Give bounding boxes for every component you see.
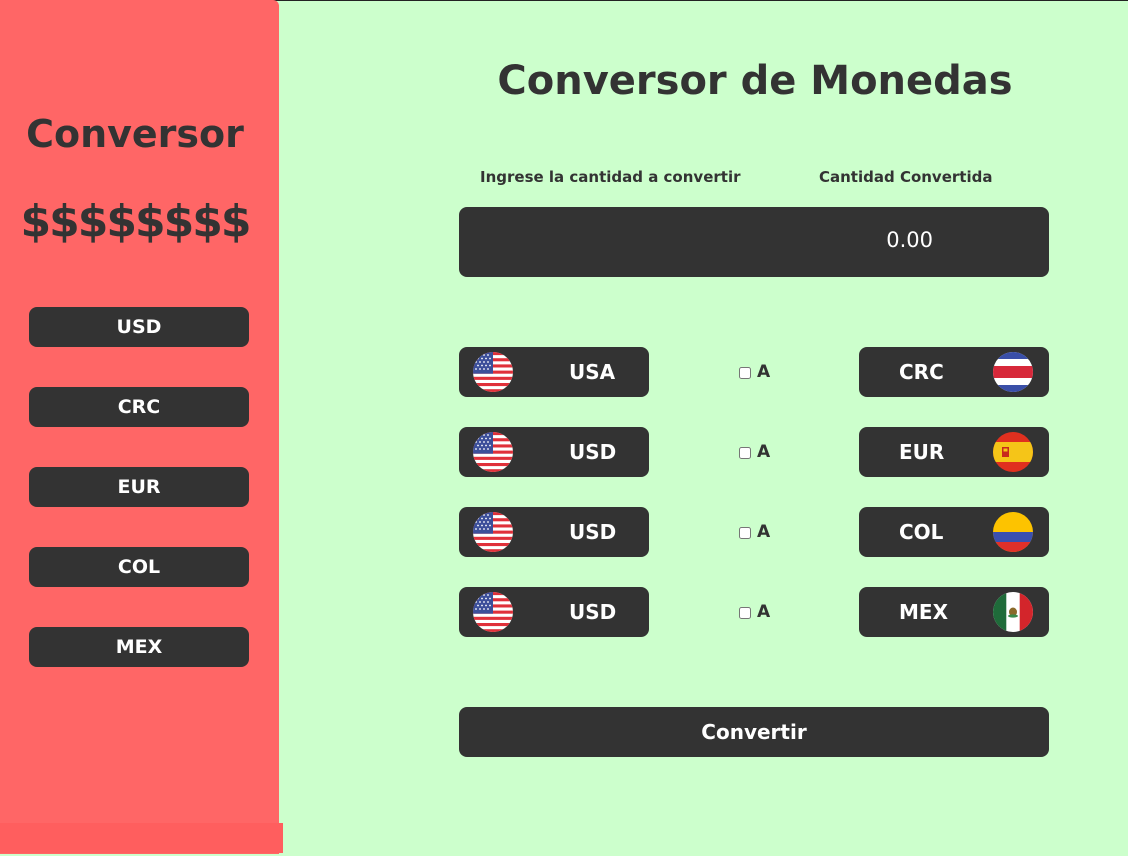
spain-flag-icon: [993, 432, 1033, 472]
input-label: Ingrese la cantidad a convertir: [480, 168, 741, 186]
to-currency-label: COL: [899, 520, 944, 544]
to-currency-crc[interactable]: CRC: [859, 347, 1049, 397]
from-currency-usd[interactable]: USD: [459, 587, 649, 637]
sidebar-dollar-signs: $$$$$$$$: [20, 196, 252, 247]
output-label: Cantidad Convertida: [819, 168, 993, 186]
sidebar-button-usd[interactable]: USD: [29, 307, 249, 347]
to-currency-eur[interactable]: EUR: [859, 427, 1049, 477]
sidebar-brand: Conversor: [26, 112, 244, 156]
sidebar-button-mex[interactable]: MEX: [29, 627, 249, 667]
pair-toggle: A: [739, 362, 775, 386]
pair-separator: A: [757, 522, 771, 542]
from-currency-label: USD: [569, 440, 617, 464]
page-title: Conversor de Monedas: [497, 58, 1013, 104]
to-currency-label: EUR: [899, 440, 945, 464]
from-currency-label: USD: [569, 600, 617, 624]
pair-separator: A: [757, 602, 771, 622]
sidebar-bottom-strip: [0, 823, 283, 853]
amount-display-panel: 0.00: [459, 207, 1049, 277]
usa-flag-icon: [473, 512, 513, 552]
from-currency-usd[interactable]: USD: [459, 427, 649, 477]
pair-toggle: A: [739, 522, 775, 546]
mexico-flag-icon: [993, 592, 1033, 632]
converted-amount: 0.00: [886, 228, 933, 252]
sidebar-button-col[interactable]: COL: [29, 547, 249, 587]
from-currency-label: USA: [569, 360, 616, 384]
sidebar-button-crc[interactable]: CRC: [29, 387, 249, 427]
from-currency-usd[interactable]: USD: [459, 507, 649, 557]
pair-checkbox-col[interactable]: [739, 527, 751, 539]
to-currency-mex[interactable]: MEX: [859, 587, 1049, 637]
from-currency-label: USD: [569, 520, 617, 544]
pair-checkbox-crc[interactable]: [739, 367, 751, 379]
to-currency-label: CRC: [899, 360, 944, 384]
pair-toggle: A: [739, 442, 775, 466]
sidebar: Conversor $$$$$$$$ USD CRC EUR COL MEX: [0, 0, 279, 854]
usa-flag-icon: [473, 592, 513, 632]
amount-input[interactable]: [469, 222, 733, 264]
convert-button[interactable]: Convertir: [459, 707, 1049, 757]
to-currency-col[interactable]: COL: [859, 507, 1049, 557]
colombia-flag-icon: [993, 512, 1033, 552]
pair-checkbox-eur[interactable]: [739, 447, 751, 459]
pair-separator: A: [757, 442, 771, 462]
pair-toggle: A: [739, 602, 775, 626]
usa-flag-icon: [473, 352, 513, 392]
usa-flag-icon: [473, 432, 513, 472]
pair-checkbox-mex[interactable]: [739, 607, 751, 619]
from-currency-usa[interactable]: USA: [459, 347, 649, 397]
costa-rica-flag-icon: [993, 352, 1033, 392]
sidebar-button-eur[interactable]: EUR: [29, 467, 249, 507]
pair-separator: A: [757, 362, 771, 382]
to-currency-label: MEX: [899, 600, 948, 624]
